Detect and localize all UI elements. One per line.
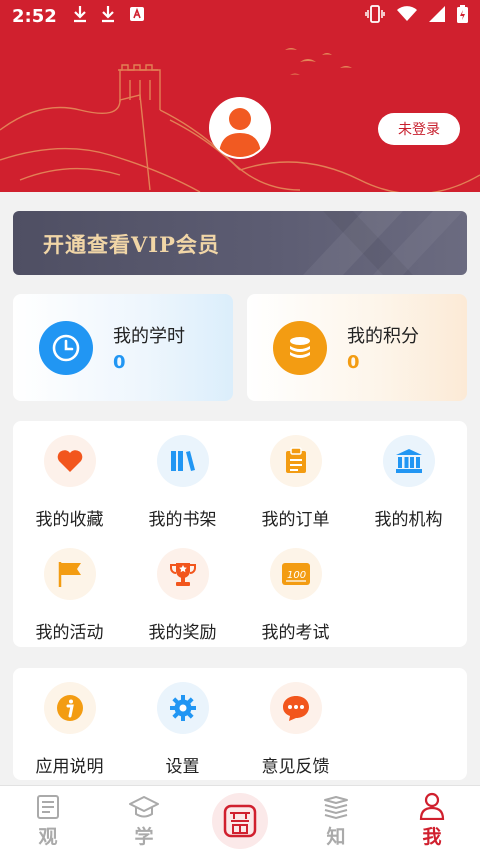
user-avatar-icon [219,108,261,157]
tab-knowledge[interactable]: 知 [288,786,384,853]
institution-icon [382,435,435,487]
person-icon [384,786,480,820]
my-features-panel: 我的收藏 我的书架 我的订单 我的机构 我的活动 我的奖励 100 我的考试 [13,421,467,647]
menu-item-label: 我的机构 [374,510,443,530]
menu-item-label: 应用说明 [35,757,104,777]
clock-icon [39,321,93,375]
menu-item-orders[interactable]: 我的订单 [239,435,352,530]
download-icon [73,5,87,28]
tab-view[interactable]: 观 [0,786,96,853]
menu-item-label: 我的订单 [261,510,330,530]
menu-item-bookshelf[interactable]: 我的书架 [126,435,239,530]
battery-icon [457,4,468,28]
menu-item-label: 我的考试 [261,623,330,643]
study-hours-label: 我的学时 [113,326,185,347]
study-hours-value: 0 [113,352,126,373]
menu-item-institution[interactable]: 我的机构 [352,435,465,530]
tab-me[interactable]: 我 [384,786,480,853]
login-button[interactable]: 未登录 [378,113,460,145]
avatar[interactable] [209,97,271,159]
coins-icon [273,321,327,375]
tab-learn[interactable]: 学 [96,786,192,853]
flag-icon [43,548,96,600]
trophy-icon [156,548,209,600]
tab-label: 观 [38,826,58,848]
order-icon [269,435,322,487]
menu-item-favorites[interactable]: 我的收藏 [13,435,126,530]
feedback-icon [269,682,322,734]
utilities-panel: 应用说明 设置 意见反馈 [13,668,467,780]
menu-item-label: 设置 [165,757,200,777]
menu-item-label: 我的书架 [148,510,217,530]
menu-item-exams[interactable]: 100 我的考试 [239,548,352,643]
graduation-cap-icon [96,786,192,820]
wifi-icon [397,5,417,27]
svg-text:100: 100 [287,570,306,581]
menu-item-rewards[interactable]: 我的奖励 [126,548,239,643]
points-card[interactable]: 我的积分 0 [247,294,467,401]
info-icon [43,682,96,734]
app-notification-icon [129,6,145,27]
tab-label: 学 [134,826,154,848]
download-icon [101,5,115,28]
menu-item-label: 我的收藏 [35,510,104,530]
seal-logo-icon [223,804,257,838]
menu-item-label: 我的奖励 [148,623,217,643]
points-label: 我的积分 [347,326,419,347]
bookshelf-icon [156,435,209,487]
menu-item-app-info[interactable]: 应用说明 [13,682,126,777]
books-icon [288,786,384,820]
exam-icon: 100 [269,548,322,600]
status-bar: 2:52 [0,0,480,32]
menu-item-settings[interactable]: 设置 [126,682,239,777]
status-time: 2:52 [12,5,57,27]
study-hours-card[interactable]: 我的学时 0 [13,294,233,401]
menu-item-label: 意见反馈 [261,757,330,777]
center-seal-button[interactable] [212,793,268,849]
vibrate-icon [365,4,385,28]
vip-banner[interactable]: 开通查看VIP会员 [13,211,467,275]
menu-item-activities[interactable]: 我的活动 [13,548,126,643]
vip-label: 开通查看VIP会员 [43,232,220,257]
menu-item-feedback[interactable]: 意见反馈 [239,682,352,777]
menu-item-label: 我的活动 [35,623,104,643]
vip-banner-decoration [303,211,463,275]
profile-header: 2:52 未登录 [0,0,480,192]
signal-icon [429,5,445,27]
document-icon [0,786,96,820]
tab-label: 我 [422,826,442,848]
gear-icon [156,682,209,734]
tab-label: 知 [326,826,346,848]
heart-icon [43,435,96,487]
points-value: 0 [347,352,360,373]
